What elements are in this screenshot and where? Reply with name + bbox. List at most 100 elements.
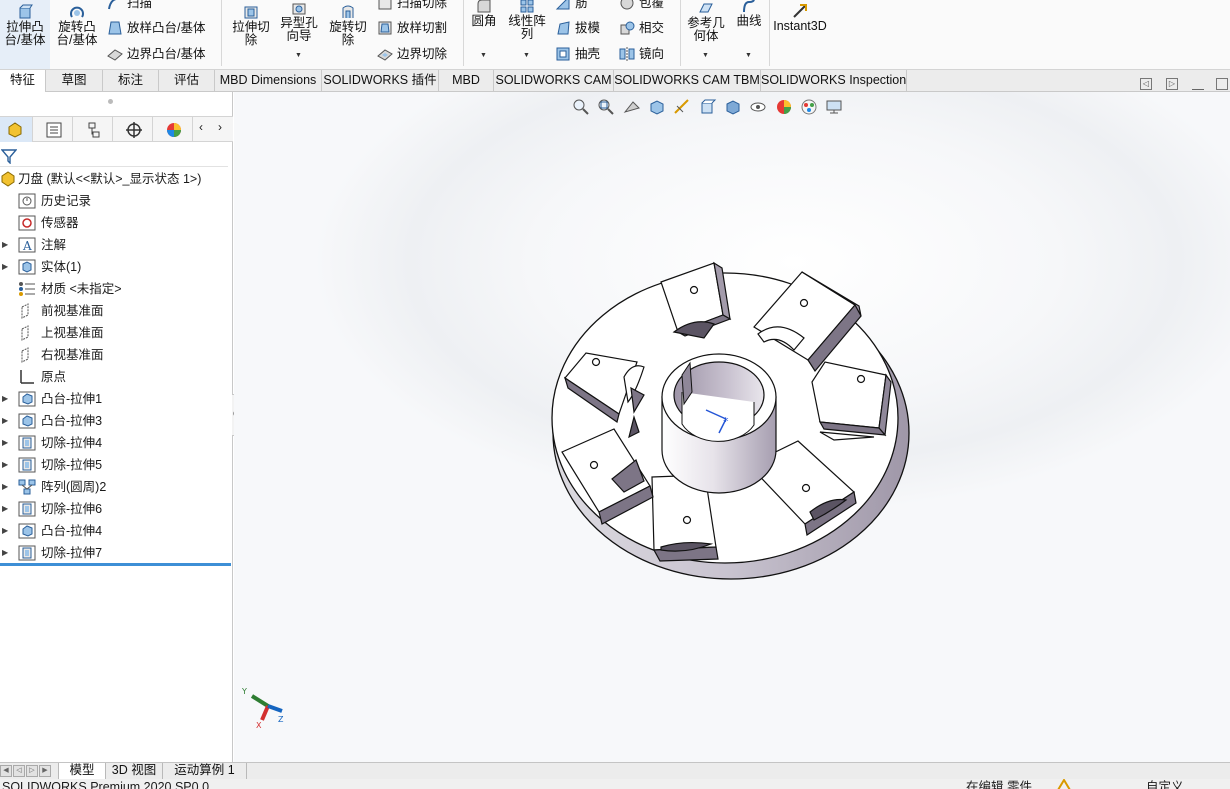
prev-tab-icon[interactable]: ◁ bbox=[13, 765, 25, 777]
loft-boss-icon bbox=[108, 21, 122, 35]
tab-model[interactable]: 模型 bbox=[58, 763, 106, 779]
instant3d-button[interactable]: Instant3D bbox=[772, 3, 828, 33]
tree-item-label: 切除-拉伸6 bbox=[41, 502, 103, 516]
tab-solidworks-addins[interactable]: SOLIDWORKS 插件 bbox=[322, 70, 439, 92]
sweep-button[interactable]: 扫描 bbox=[107, 0, 152, 11]
tree-item[interactable]: 上视基准面 bbox=[0, 322, 232, 344]
reference-geometry-button[interactable]: 参考几何体 bbox=[684, 0, 728, 43]
reference-geometry-dropdown-icon[interactable]: ▼ bbox=[702, 52, 709, 59]
tabs-scroll-left[interactable]: ‹ bbox=[193, 117, 213, 142]
graphics-area[interactable]: * Y X Z bbox=[234, 92, 1230, 762]
tab-solidworks-cam[interactable]: SOLIDWORKS CAM bbox=[494, 70, 614, 92]
tab-sketch[interactable]: 草图 bbox=[46, 70, 103, 92]
tree-item[interactable]: ▶ 切除-拉伸5 bbox=[0, 454, 232, 476]
reference-geometry-label: 参考几何体 bbox=[687, 16, 725, 43]
filter-icon[interactable] bbox=[1, 148, 17, 164]
extrude-cut-button[interactable]: 拉伸切除 bbox=[228, 4, 274, 47]
tree-item[interactable]: ▶ 凸台-拉伸3 bbox=[0, 410, 232, 432]
tree-item[interactable]: 历史记录 bbox=[0, 190, 232, 212]
tab-property-manager[interactable] bbox=[33, 117, 73, 142]
expand-arrow-icon[interactable]: ▶ bbox=[2, 388, 8, 410]
tree-item[interactable]: 材质 <未指定> bbox=[0, 278, 232, 300]
tree-item[interactable]: ▶ A 注解 bbox=[0, 234, 232, 256]
tree-item-label: 切除-拉伸7 bbox=[41, 546, 103, 560]
expand-arrow-icon[interactable]: ▶ bbox=[2, 432, 8, 454]
expand-arrow-icon[interactable]: ▶ bbox=[2, 256, 8, 278]
tab-markup[interactable]: 标注 bbox=[103, 70, 159, 92]
minimize-icon[interactable] bbox=[1192, 82, 1204, 90]
tab-display-manager[interactable] bbox=[153, 117, 193, 142]
tab-feature-manager[interactable] bbox=[0, 117, 33, 142]
curves-button[interactable]: 曲线 bbox=[732, 0, 766, 28]
sweep-cut-button[interactable]: 扫描切除 bbox=[377, 0, 447, 11]
tree-item[interactable]: 传感器 bbox=[0, 212, 232, 234]
fillet-dropdown-icon[interactable]: ▼ bbox=[480, 52, 487, 59]
boundary-cut-button[interactable]: 边界切除 bbox=[377, 46, 447, 62]
loft-cut-button[interactable]: 放样切割 bbox=[377, 20, 447, 36]
tab-evaluate[interactable]: 评估 bbox=[159, 70, 215, 92]
curves-dropdown-icon[interactable]: ▼ bbox=[745, 52, 752, 59]
wrap-button[interactable]: 包覆 bbox=[619, 0, 664, 11]
center-hub bbox=[661, 353, 777, 494]
tree-item[interactable]: ▶ 切除-拉伸4 bbox=[0, 432, 232, 454]
rib-button[interactable]: 筋 bbox=[555, 0, 588, 11]
first-tab-icon[interactable]: ◀ bbox=[0, 765, 12, 777]
tab-solidworks-inspection[interactable]: SOLIDWORKS Inspection bbox=[761, 70, 907, 92]
extrude-boss-button[interactable]: 拉伸凸台/基体 bbox=[2, 4, 48, 47]
linear-pattern-button[interactable]: 线性阵列 bbox=[505, 0, 549, 41]
tree-filter-row[interactable] bbox=[0, 144, 228, 167]
mirror-button[interactable]: 镜向 bbox=[619, 46, 664, 62]
next-tab-icon[interactable]: ▷ bbox=[26, 765, 38, 777]
revolve-cut-button[interactable]: 旋转切除 bbox=[325, 4, 371, 47]
tab-solidworks-cam-tbm[interactable]: SOLIDWORKS CAM TBM bbox=[614, 70, 761, 92]
panel-grip-handle[interactable] bbox=[108, 99, 113, 104]
restore-right-icon[interactable]: ▷ bbox=[1166, 78, 1178, 90]
tab-motion-study[interactable]: 运动算例 1 bbox=[163, 763, 247, 779]
draft-label: 拔模 bbox=[575, 21, 601, 35]
expand-arrow-icon[interactable]: ▶ bbox=[2, 520, 8, 542]
tree-item[interactable]: ▶ 凸台-拉伸1 bbox=[0, 388, 232, 410]
tab-mbd-dimensions[interactable]: MBD Dimensions bbox=[215, 70, 322, 92]
expand-arrow-icon[interactable]: ▶ bbox=[2, 498, 8, 520]
fillet-button[interactable]: 圆角 bbox=[466, 0, 502, 28]
maximize-icon[interactable] bbox=[1216, 78, 1228, 90]
expand-arrow-icon[interactable]: ▶ bbox=[2, 410, 8, 432]
tree-item[interactable]: ▶ 实体(1) bbox=[0, 256, 232, 278]
expand-arrow-icon[interactable]: ▶ bbox=[2, 542, 8, 564]
ribbon-separator bbox=[221, 0, 222, 66]
curves-label: 曲线 bbox=[736, 14, 762, 28]
last-tab-icon[interactable]: ▶ bbox=[39, 765, 51, 777]
tree-item[interactable]: ▶ 阵列(圆周)2 bbox=[0, 476, 232, 498]
tree-item[interactable]: 前视基准面 bbox=[0, 300, 232, 322]
tree-item[interactable]: ▶ 切除-拉伸6 bbox=[0, 498, 232, 520]
hole-wizard-button[interactable]: 异型孔向导 bbox=[276, 0, 322, 43]
tab-dimxpert-manager[interactable] bbox=[113, 117, 153, 142]
tree-item[interactable]: 原点 bbox=[0, 366, 232, 388]
expand-arrow-icon[interactable]: ▶ bbox=[2, 476, 8, 498]
status-units[interactable]: 自定义 bbox=[1146, 780, 1184, 789]
boundary-boss-button[interactable]: 边界凸台/基体 bbox=[107, 46, 205, 62]
loft-cut-icon bbox=[378, 21, 392, 35]
tree-item[interactable]: ▶ 凸台-拉伸4 bbox=[0, 520, 232, 542]
expand-arrow-icon[interactable]: ▶ bbox=[2, 234, 8, 256]
loft-boss-button[interactable]: 放样凸台/基体 bbox=[107, 20, 205, 36]
tree-item[interactable]: 右视基准面 bbox=[0, 344, 232, 366]
tab-mbd[interactable]: MBD bbox=[439, 70, 494, 92]
shell-button[interactable]: 抽壳 bbox=[555, 46, 600, 62]
restore-left-icon[interactable]: ◁ bbox=[1140, 78, 1152, 90]
linear-pattern-dropdown-icon[interactable]: ▼ bbox=[523, 52, 530, 59]
tab-features[interactable]: 特征 bbox=[0, 70, 46, 92]
expand-arrow-icon[interactable]: ▶ bbox=[2, 454, 8, 476]
revolve-cut-label: 旋转切除 bbox=[329, 20, 367, 47]
draft-button[interactable]: 拔模 bbox=[555, 20, 600, 36]
rollback-bar[interactable] bbox=[0, 563, 231, 566]
revolve-boss-button[interactable]: 旋转凸台/基体 bbox=[54, 4, 100, 47]
intersect-button[interactable]: 相交 bbox=[619, 20, 664, 36]
rebuild-icon[interactable] bbox=[1056, 779, 1072, 789]
cutter-disc-model[interactable]: * bbox=[234, 92, 1230, 762]
tabs-scroll-right[interactable]: › bbox=[213, 117, 233, 142]
tab-3d-views[interactable]: 3D 视图 bbox=[106, 763, 163, 779]
tree-item[interactable]: ▶ 切除-拉伸7 bbox=[0, 542, 232, 564]
tab-configuration-manager[interactable] bbox=[73, 117, 113, 142]
hole-wizard-dropdown-icon[interactable]: ▼ bbox=[295, 52, 302, 59]
